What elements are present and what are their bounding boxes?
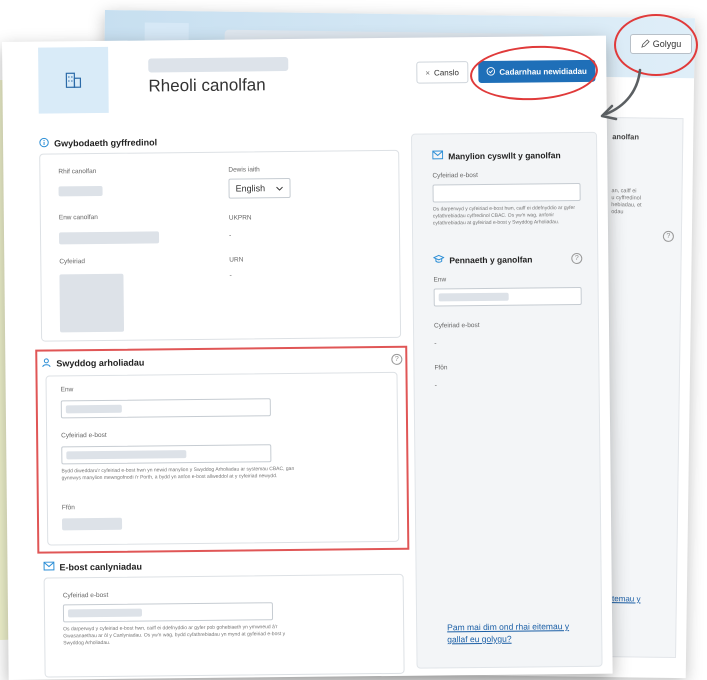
head-email-label: Cyfeiriad e-bost xyxy=(433,322,480,330)
language-select-value: English xyxy=(235,183,266,194)
head-of-centre-heading: Pennaeth y ganolfan xyxy=(432,253,533,265)
language-label: Dewis iaith xyxy=(228,166,260,174)
building-icon xyxy=(65,72,82,88)
editable-items-help-link[interactable]: Pam mai dim ond rhai eitemau y gallaf eu… xyxy=(447,621,587,646)
language-select[interactable]: English xyxy=(228,177,291,199)
results-email-placeholder xyxy=(67,608,143,618)
head-name-placeholder xyxy=(438,292,509,302)
email-value-placeholder xyxy=(66,450,187,460)
help-icon[interactable]: ? xyxy=(571,252,583,265)
urn-label: URN xyxy=(229,256,244,264)
ukprn-value: - xyxy=(229,232,232,240)
head-name-field[interactable] xyxy=(433,286,582,307)
exam-officer-phone-label: Ffôn xyxy=(61,504,75,512)
centre-email-help: Os darperwyd y cyfeiriad e-bost hwn, cai… xyxy=(432,205,576,226)
head-phone-label: Ffôn xyxy=(434,364,448,372)
exam-officer-phone-value xyxy=(61,517,123,531)
back-panel-text: an, caiff ei u cyffredinol hebiadau, et … xyxy=(611,188,642,216)
centre-name-placeholder xyxy=(148,57,289,73)
help-icon[interactable]: ? xyxy=(391,353,403,365)
exam-officer-name-field[interactable] xyxy=(60,398,271,419)
centre-email-label: Cyfeiriad e-bost xyxy=(432,172,478,180)
back-panel-heading: anolfan xyxy=(612,132,640,142)
centre-email-field[interactable] xyxy=(432,182,581,203)
results-email-card: Cyfeiriad e-bost Os darperwyd y cyfeiria… xyxy=(43,573,405,678)
centre-number-value xyxy=(58,185,103,197)
results-email-heading: E-bost canlyniadau xyxy=(43,561,142,573)
graduation-cap-icon xyxy=(432,254,446,265)
ukprn-label: UKPRN xyxy=(228,214,252,222)
mail-icon xyxy=(432,150,444,161)
centre-name-label: Enw canolfan xyxy=(58,214,98,222)
results-email-label: Cyfeiriad e-bost xyxy=(62,591,109,600)
centre-name-value xyxy=(58,231,160,245)
cancel-button-label: Canslo xyxy=(433,67,459,77)
page-title: Rheoli canolfan xyxy=(148,75,266,96)
help-icon: ? xyxy=(662,230,674,242)
exam-officer-name-label: Enw xyxy=(60,386,74,394)
name-value-placeholder xyxy=(65,404,122,414)
general-info-heading-text: Gwybodaeth gyffredinol xyxy=(54,137,158,149)
general-info-card: Rhif canolfan Dewis iaith English Enw ca… xyxy=(39,149,402,342)
head-name-label: Enw xyxy=(433,276,447,284)
exam-officer-email-field[interactable] xyxy=(61,444,272,465)
results-email-help: Os darperwyd y cyfeiriad e-bost hwn, cai… xyxy=(63,624,286,646)
general-info-heading: Gwybodaeth gyffredinol xyxy=(39,136,157,149)
chevron-down-icon xyxy=(275,183,283,193)
side-panel: Manylion cyswllt y ganolfan Cyfeiriad e-… xyxy=(410,131,603,669)
cancel-button[interactable]: × Canslo xyxy=(416,61,469,84)
address-value xyxy=(59,273,125,333)
close-icon: × xyxy=(425,68,431,78)
address-label: Cyfeiriad xyxy=(59,258,85,266)
results-email-field[interactable] xyxy=(62,602,274,623)
exam-officer-heading: Swyddog arholiadau xyxy=(41,357,144,370)
head-email-value: - xyxy=(434,340,437,348)
centre-logo xyxy=(38,46,109,114)
urn-value: - xyxy=(229,272,232,280)
exam-officer-heading-text: Swyddog arholiadau xyxy=(56,357,145,369)
exam-officer-email-label: Cyfeiriad e-bost xyxy=(61,431,107,440)
head-phone-value: - xyxy=(434,382,438,390)
arrow-annotation-icon xyxy=(600,68,642,121)
results-email-heading-text: E-bost canlyniadau xyxy=(59,561,143,572)
exam-officer-card: Enw Cyfeiriad e-bost Bydd diweddaru'r cy… xyxy=(45,371,400,546)
info-icon xyxy=(39,137,49,150)
contact-details-heading-text: Manylion cyswllt y ganolfan xyxy=(448,149,561,161)
head-of-centre-heading-text: Pennaeth y ganolfan xyxy=(449,253,533,265)
contact-details-heading: Manylion cyswllt y ganolfan xyxy=(432,149,561,161)
user-icon xyxy=(41,358,51,370)
exam-officer-email-help: Bydd diweddaru'r cyfeiriad e-bost hwn yn… xyxy=(61,465,295,482)
centre-number-label: Rhif canolfan xyxy=(58,168,97,176)
manage-centre-window: Rheoli canolfan × Canslo Cadarnhau newid… xyxy=(2,35,613,680)
mail-icon xyxy=(43,561,55,572)
